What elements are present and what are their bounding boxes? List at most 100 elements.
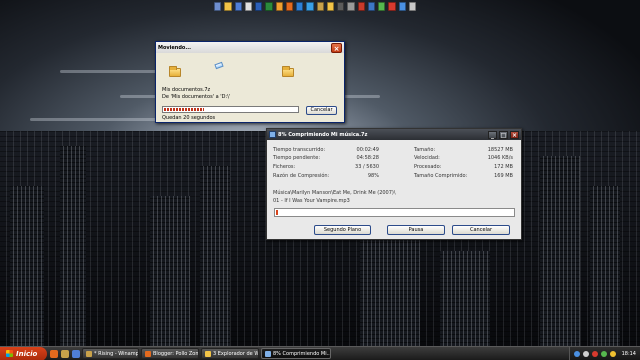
stat-value: 04:58:28	[356, 155, 379, 161]
building	[10, 186, 44, 346]
stat-label: Tamaño Comprimido:	[414, 173, 468, 179]
excel-icon[interactable]	[265, 2, 273, 11]
taskbar-task[interactable]: Blogger: Pollo Zombi...	[141, 348, 199, 359]
email-icon[interactable]	[244, 2, 252, 11]
security-icon[interactable]	[388, 2, 396, 11]
task-list: * Rising - Winamp *** Blogger: Pollo Zomb…	[80, 348, 331, 359]
winamp-icon[interactable]	[316, 2, 324, 11]
move-progress-bar	[162, 106, 299, 113]
compression-window: 8% Comprimiendo Mi música.7z _ □ × Tiemp…	[266, 128, 522, 240]
building	[590, 186, 620, 346]
cloud-streak	[30, 118, 170, 121]
compression-title: 8% Comprimiendo Mi música.7z	[278, 131, 368, 138]
close-icon[interactable]: ×	[331, 42, 342, 53]
move-remaining-time: Quedan 20 segundos	[162, 115, 216, 121]
quick-launch-toolbar	[212, 1, 418, 12]
taskbar-task[interactable]: 3 Explorador de W...	[201, 348, 259, 359]
antivirus-icon[interactable]	[591, 350, 598, 357]
taskbar-task[interactable]: * Rising - Winamp ***	[82, 348, 139, 359]
stat-label: Tiempo pendiente:	[273, 155, 321, 161]
building	[200, 166, 230, 346]
firefox-icon[interactable]	[50, 349, 58, 358]
building	[60, 146, 86, 346]
move-dialog: Moviendo... × Mis documentos.7z De 'Mis …	[155, 41, 345, 123]
start-button[interactable]: Inicio	[0, 346, 47, 360]
windows-logo-icon	[6, 350, 13, 357]
task-label: * Rising - Winamp ***	[94, 350, 139, 357]
background-button[interactable]: Segundo Plano	[314, 225, 371, 235]
stat-value: 00:02:49	[356, 147, 379, 153]
pause-button[interactable]: Pausa	[387, 225, 445, 235]
word-icon[interactable]	[255, 2, 263, 11]
cancel-button[interactable]: Cancelar	[452, 225, 510, 235]
cancel-button[interactable]: Cancelar	[306, 106, 337, 115]
source-folder-icon	[169, 66, 181, 77]
task-label: Blogger: Pollo Zombi...	[153, 350, 198, 357]
explorer-icon[interactable]	[234, 2, 242, 11]
building	[360, 236, 420, 346]
move-dialog-titlebar[interactable]: Moviendo... ×	[156, 42, 344, 53]
stat-label: Razón de Compresión:	[273, 173, 330, 179]
building	[440, 251, 490, 346]
task-label: 8% Comprimiendo Mi...	[273, 350, 331, 357]
stat-label: Ficheros:	[273, 164, 296, 170]
folder2-icon[interactable]	[326, 2, 334, 11]
explorer-icon[interactable]	[72, 349, 80, 358]
task-label: 3 Explorador de W...	[213, 350, 259, 357]
task-app-icon	[86, 350, 92, 357]
stat-value: 98%	[367, 173, 379, 179]
minimize-icon[interactable]: _	[488, 130, 497, 139]
folder-icon[interactable]	[224, 2, 232, 11]
system-tray: 18:14	[568, 346, 640, 360]
current-file: 01 - If I Was Your Vampire.mp3	[273, 198, 350, 204]
stat-value: 169 MB	[494, 173, 513, 179]
building	[540, 156, 580, 346]
clock: 18:14	[621, 350, 636, 357]
taskbar-task[interactable]: 8% Comprimiendo Mi...	[261, 348, 331, 359]
move-dialog-title: Moviendo...	[158, 44, 192, 51]
network-icon[interactable]	[367, 2, 375, 11]
ie-icon[interactable]	[296, 2, 304, 11]
globe-icon[interactable]	[398, 2, 406, 11]
stat-label: Tiempo transcurrido:	[273, 147, 326, 153]
media-icon[interactable]	[275, 2, 283, 11]
close-icon[interactable]: ×	[510, 130, 519, 139]
stat-label: Tamaño:	[414, 147, 436, 153]
move-filename: Mis documentos.7z	[162, 87, 211, 93]
stat-value: 33 / 5630	[355, 164, 379, 170]
stat-label: Velocidad:	[414, 155, 440, 161]
7zip-icon	[269, 131, 276, 138]
compression-progress-fill	[276, 210, 279, 215]
compression-titlebar[interactable]: 8% Comprimiendo Mi música.7z _ □ ×	[267, 129, 521, 140]
move-route: De 'Mis documentos' a 'D:\'	[162, 94, 231, 100]
maximize-icon[interactable]: □	[499, 130, 508, 139]
destination-folder-icon	[282, 66, 294, 77]
taskbar: Inicio * Rising - Winamp *** Blogger: Pol…	[0, 346, 640, 360]
task-app-icon	[145, 350, 151, 357]
browser-icon[interactable]	[357, 2, 365, 11]
volume-icon[interactable]	[582, 350, 589, 357]
building	[150, 196, 190, 346]
task-app-icon	[205, 350, 211, 357]
trash-icon[interactable]	[408, 2, 416, 11]
current-path: Música\Marilyn Manson\Eat Me, Drink Me (…	[273, 190, 396, 196]
task-app-icon	[265, 350, 271, 357]
stat-label: Procesado:	[414, 164, 442, 170]
start-label: Inicio	[16, 349, 38, 358]
stat-value: 1046 KB/s	[487, 155, 513, 161]
player-icon[interactable]	[337, 2, 345, 11]
flying-paper-icon	[214, 61, 224, 70]
messenger-icon[interactable]	[306, 2, 314, 11]
firefox-icon[interactable]	[285, 2, 293, 11]
winamp-icon[interactable]	[61, 349, 69, 358]
chat-icon[interactable]	[378, 2, 386, 11]
messenger-icon[interactable]	[600, 350, 607, 357]
network-icon[interactable]	[573, 350, 580, 357]
stat-value: 18527 MB	[487, 147, 513, 153]
move-progress-fill	[164, 108, 204, 111]
show-desktop-icon[interactable]	[214, 2, 222, 11]
settings-icon[interactable]	[347, 2, 355, 11]
compression-progress-bar	[274, 208, 515, 217]
update-icon[interactable]	[609, 350, 616, 357]
stat-value: 172 MB	[494, 164, 513, 170]
